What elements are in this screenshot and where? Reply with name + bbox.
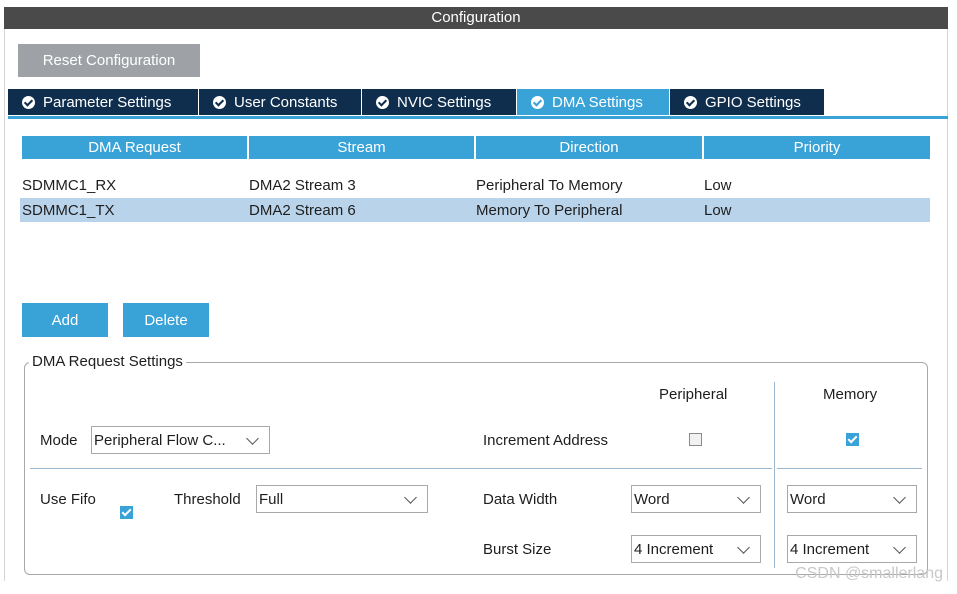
mode-label: Mode — [40, 432, 78, 449]
check-circle-icon — [531, 95, 544, 109]
peripheral-data-width-select[interactable]: Word — [631, 485, 761, 513]
cell-priority: Low — [704, 176, 732, 194]
watermark: CSDN @smallerlang — [795, 565, 943, 582]
tab-nvic-settings[interactable]: NVIC Settings — [362, 89, 517, 115]
peripheral-burst-size-select[interactable]: 4 Increment — [631, 535, 761, 563]
chevron-down-icon — [737, 540, 750, 554]
check-circle-icon — [376, 95, 389, 109]
cell-direction: Memory To Peripheral — [476, 201, 623, 219]
peripheral-data-width-value: Word — [634, 490, 670, 508]
tab-label: Parameter Settings — [43, 93, 172, 111]
memory-burst-size-value: 4 Increment — [790, 540, 870, 558]
column-header-direction[interactable]: Direction — [476, 136, 702, 159]
tab-label: User Constants — [234, 93, 338, 111]
chevron-down-icon — [246, 431, 259, 445]
cell-priority: Low — [704, 201, 732, 219]
memory-data-width-value: Word — [790, 490, 826, 508]
group-title: DMA Request Settings — [29, 353, 186, 370]
section-divider — [30, 468, 772, 469]
threshold-label: Threshold — [174, 491, 241, 508]
check-circle-icon — [684, 95, 697, 109]
tab-user-constants[interactable]: User Constants — [199, 89, 362, 115]
memory-burst-size-select[interactable]: 4 Increment — [787, 535, 917, 563]
tab-gpio-settings[interactable]: GPIO Settings — [670, 89, 825, 115]
peripheral-increment-checkbox[interactable] — [689, 433, 702, 446]
table-row-selected[interactable]: SDMMC1_TX DMA2 Stream 6 Memory To Periph… — [20, 198, 930, 222]
tab-label: GPIO Settings — [705, 93, 801, 111]
chevron-down-icon — [737, 490, 750, 504]
memory-column-header: Memory — [823, 386, 878, 403]
window-title: Configuration — [4, 7, 948, 29]
peripheral-column-header: Peripheral — [659, 386, 728, 403]
column-header-priority[interactable]: Priority — [704, 136, 930, 159]
settings-tabs: Parameter Settings User Constants NVIC S… — [8, 89, 825, 116]
reset-configuration-button[interactable]: Reset Configuration — [18, 44, 200, 77]
use-fifo-checkbox[interactable] — [120, 506, 133, 519]
tab-underline — [8, 116, 948, 119]
delete-button[interactable]: Delete — [123, 303, 209, 337]
memory-data-width-select[interactable]: Word — [787, 485, 917, 513]
data-width-label: Data Width — [483, 491, 558, 508]
mode-select[interactable]: Peripheral Flow C... — [91, 426, 270, 454]
peripheral-burst-size-value: 4 Increment — [634, 540, 714, 558]
column-divider — [774, 382, 775, 568]
cell-direction: Peripheral To Memory — [476, 176, 623, 194]
column-header-dma-request[interactable]: DMA Request — [22, 136, 247, 159]
tab-label: DMA Settings — [552, 93, 643, 111]
tab-dma-settings[interactable]: DMA Settings — [517, 89, 670, 115]
burst-size-label: Burst Size — [483, 541, 552, 558]
table-row[interactable]: SDMMC1_RX DMA2 Stream 3 Peripheral To Me… — [20, 173, 930, 197]
cell-stream: DMA2 Stream 6 — [249, 201, 356, 219]
chevron-down-icon — [893, 540, 906, 554]
chevron-down-icon — [893, 490, 906, 504]
add-button[interactable]: Add — [22, 303, 108, 337]
cell-request: SDMMC1_RX — [22, 176, 117, 194]
cell-stream: DMA2 Stream 3 — [249, 176, 356, 194]
tab-parameter-settings[interactable]: Parameter Settings — [8, 89, 199, 115]
mode-value: Peripheral Flow C... — [94, 431, 226, 449]
chevron-down-icon — [404, 490, 417, 504]
section-divider — [777, 468, 922, 469]
memory-increment-checkbox[interactable] — [846, 433, 859, 446]
increment-address-label: Increment Address — [483, 432, 609, 449]
column-header-stream[interactable]: Stream — [249, 136, 474, 159]
check-circle-icon — [213, 95, 226, 109]
threshold-select[interactable]: Full — [256, 485, 428, 513]
tab-label: NVIC Settings — [397, 93, 492, 111]
use-fifo-label: Use Fifo — [40, 491, 96, 508]
threshold-value: Full — [259, 490, 284, 508]
check-circle-icon — [22, 95, 35, 109]
cell-request: SDMMC1_TX — [22, 201, 115, 219]
